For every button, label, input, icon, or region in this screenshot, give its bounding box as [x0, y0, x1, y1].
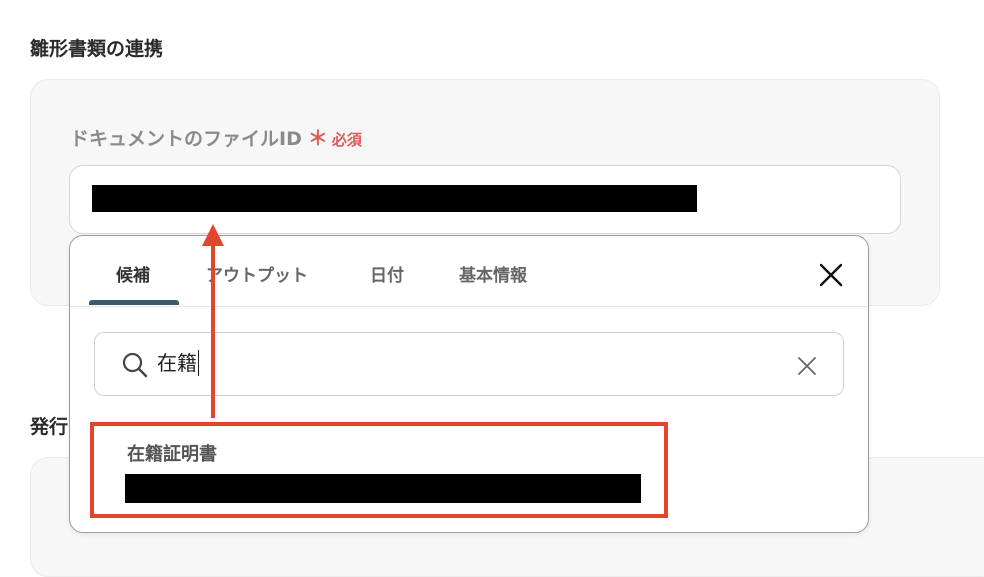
required-text: 必須 — [331, 131, 362, 149]
section2-title: 発行 — [30, 416, 69, 438]
tab-date[interactable]: 日付 — [370, 261, 404, 286]
result-title: 在籍証明書 — [127, 444, 217, 465]
search-icon — [122, 352, 148, 378]
search-value: 在籍 — [157, 350, 199, 376]
annotation-arrow — [202, 224, 224, 418]
result-item[interactable]: 在籍証明書 — [90, 422, 668, 518]
tab-candidates[interactable]: 候補 — [116, 261, 150, 286]
redacted-result-value — [125, 474, 641, 503]
required-mark: ＊ — [307, 126, 328, 150]
section-title: 雛形書類の連携 — [30, 38, 164, 60]
close-icon — [819, 263, 843, 287]
tab-basic-info[interactable]: 基本情報 — [459, 261, 527, 286]
field-label: ドキュメントのファイルID ＊必須 — [70, 122, 362, 151]
close-button[interactable] — [816, 260, 846, 290]
tab-active-underline — [89, 300, 179, 305]
tab-bar: 候補 アウトプット 日付 基本情報 — [70, 236, 868, 307]
redacted-file-id — [92, 185, 697, 212]
clear-search-icon[interactable] — [796, 355, 818, 377]
field-label-text: ドキュメントのファイルID — [70, 128, 302, 150]
variable-picker-popup: 候補 アウトプット 日付 基本情報 在籍 在籍証明書 — [69, 235, 869, 533]
